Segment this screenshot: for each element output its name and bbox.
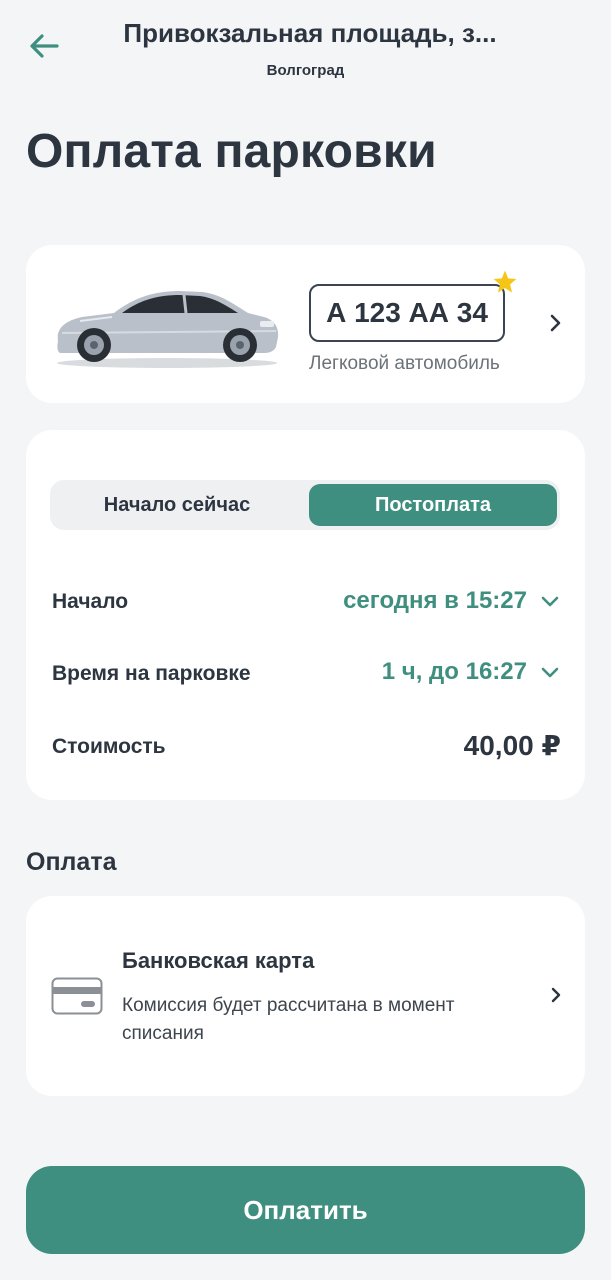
chevron-down-icon [541,596,559,607]
location-title: Привокзальная площадь, з... [123,18,497,48]
duration-label: Время на парковке [52,662,251,685]
bank-card-icon [51,977,103,1015]
tab-postpay[interactable]: Постоплата [309,484,557,526]
page-title: Оплата парковки [26,125,437,178]
start-label: Начало [52,590,129,613]
payment-method-card[interactable]: Банковская карта Комиссия будет рассчита… [26,896,585,1096]
vehicle-type: Легковой автомобиль [309,353,500,374]
start-selector[interactable]: сегодня в 15:27 [343,587,561,615]
arrow-left-icon [30,34,59,58]
star-icon [493,270,517,293]
duration-selector[interactable]: 1 ч, до 16:27 [382,658,561,686]
chevron-down-icon [541,667,559,678]
payment-section-title: Оплата [26,848,117,876]
car-image [57,291,279,368]
payment-method-title: Банковская карта [122,948,315,973]
top-bar: Привокзальная площадь, з... Волгоград [0,0,611,100]
location-city: Волгоград [266,62,345,79]
cost-label: Стоимость [52,735,166,758]
license-plate: А 123 АА 34 [309,284,505,342]
chevron-right-icon [550,314,561,332]
pay-button[interactable]: Оплатить [26,1166,585,1254]
chevron-right-icon [551,987,561,1003]
payment-method-description: Комиссия будет рассчитана в момент списа… [122,995,455,1044]
start-value: сегодня в 15:27 [343,587,527,614]
parking-params-card: Начало сейчас Постоплата Начало сегодня … [26,430,585,800]
duration-value: 1 ч, до 16:27 [381,658,527,685]
payment-mode-switch: Начало сейчас Постоплата [50,480,560,530]
back-button[interactable] [24,26,64,66]
tab-start-now[interactable]: Начало сейчас [54,484,300,526]
vehicle-card[interactable]: А 123 АА 34 Легковой автомобиль [26,245,585,403]
cost-value: 40,00 ₽ [463,730,561,761]
